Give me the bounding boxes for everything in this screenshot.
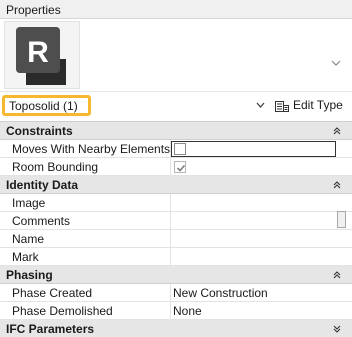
property-label: Phase Demolished bbox=[12, 304, 113, 318]
column-divider bbox=[170, 230, 171, 248]
property-label: Name bbox=[12, 232, 45, 246]
type-selector[interactable]: Toposolid (1) Edit Type bbox=[0, 91, 352, 119]
active-value-cell[interactable] bbox=[171, 141, 336, 157]
group-header-identity-data[interactable]: Identity Data bbox=[0, 176, 352, 194]
group-name: Constraints bbox=[6, 124, 73, 138]
property-label: Image bbox=[12, 196, 46, 210]
chevron-down-icon[interactable] bbox=[331, 58, 341, 68]
revit-logo-icon: R bbox=[16, 27, 66, 85]
group-header-phasing[interactable]: Phasing bbox=[0, 266, 352, 284]
type-name-label: Toposolid (1) bbox=[9, 99, 78, 113]
column-divider bbox=[170, 212, 171, 230]
column-divider bbox=[170, 248, 171, 266]
property-label: Mark bbox=[12, 250, 39, 264]
property-label: Room Bounding bbox=[12, 160, 99, 174]
group-name: Identity Data bbox=[6, 178, 79, 192]
panel-titlebar: Properties bbox=[0, 0, 352, 19]
property-row-image[interactable]: Image bbox=[0, 194, 352, 212]
type-name-dropdown[interactable]: Toposolid (1) bbox=[2, 95, 91, 116]
panel-title: Properties bbox=[6, 3, 61, 17]
type-preview-area: R bbox=[0, 19, 352, 91]
property-value[interactable]: New Construction bbox=[173, 286, 268, 300]
group-header-ifc-parameters[interactable]: IFC Parameters bbox=[0, 320, 352, 337]
collapse-icon[interactable] bbox=[332, 126, 342, 136]
column-divider bbox=[170, 302, 171, 320]
group-header-constraints[interactable]: Constraints bbox=[0, 122, 352, 140]
collapse-icon[interactable] bbox=[332, 270, 342, 280]
property-row-name[interactable]: Name bbox=[0, 230, 352, 248]
expand-icon[interactable] bbox=[332, 324, 342, 334]
moves-with-nearby-checkbox[interactable] bbox=[174, 143, 186, 155]
property-row-room-bounding[interactable]: Room Bounding bbox=[0, 158, 352, 176]
properties-grid: Constraints Moves With Nearby Elements R… bbox=[0, 121, 352, 337]
chevron-down-icon[interactable] bbox=[256, 101, 265, 109]
column-divider bbox=[170, 158, 171, 176]
property-label: Phase Created bbox=[12, 286, 93, 300]
property-row-mark[interactable]: Mark bbox=[0, 248, 352, 266]
collapse-icon[interactable] bbox=[332, 180, 342, 190]
property-row-comments[interactable]: Comments bbox=[0, 212, 352, 230]
property-row-moves-with-nearby[interactable]: Moves With Nearby Elements bbox=[0, 140, 352, 158]
property-label: Comments bbox=[12, 214, 71, 228]
property-value[interactable]: None bbox=[173, 304, 202, 318]
column-divider bbox=[170, 284, 171, 302]
column-divider bbox=[170, 194, 171, 212]
edit-type-icon bbox=[275, 101, 289, 112]
group-name: Phasing bbox=[6, 268, 53, 282]
group-name: IFC Parameters bbox=[6, 322, 95, 336]
edit-type-button[interactable]: Edit Type bbox=[272, 97, 350, 115]
property-row-phase-demolished[interactable]: Phase Demolished None bbox=[0, 302, 352, 320]
logo-letter: R bbox=[27, 36, 49, 69]
scrollbar-thumb[interactable] bbox=[337, 211, 346, 228]
type-thumbnail: R bbox=[4, 21, 80, 89]
edit-type-label: Edit Type bbox=[293, 98, 343, 112]
property-label: Moves With Nearby Elements bbox=[12, 142, 171, 156]
checkmark-icon bbox=[176, 164, 186, 172]
property-row-phase-created[interactable]: Phase Created New Construction bbox=[0, 284, 352, 302]
room-bounding-checkbox[interactable] bbox=[174, 161, 186, 173]
